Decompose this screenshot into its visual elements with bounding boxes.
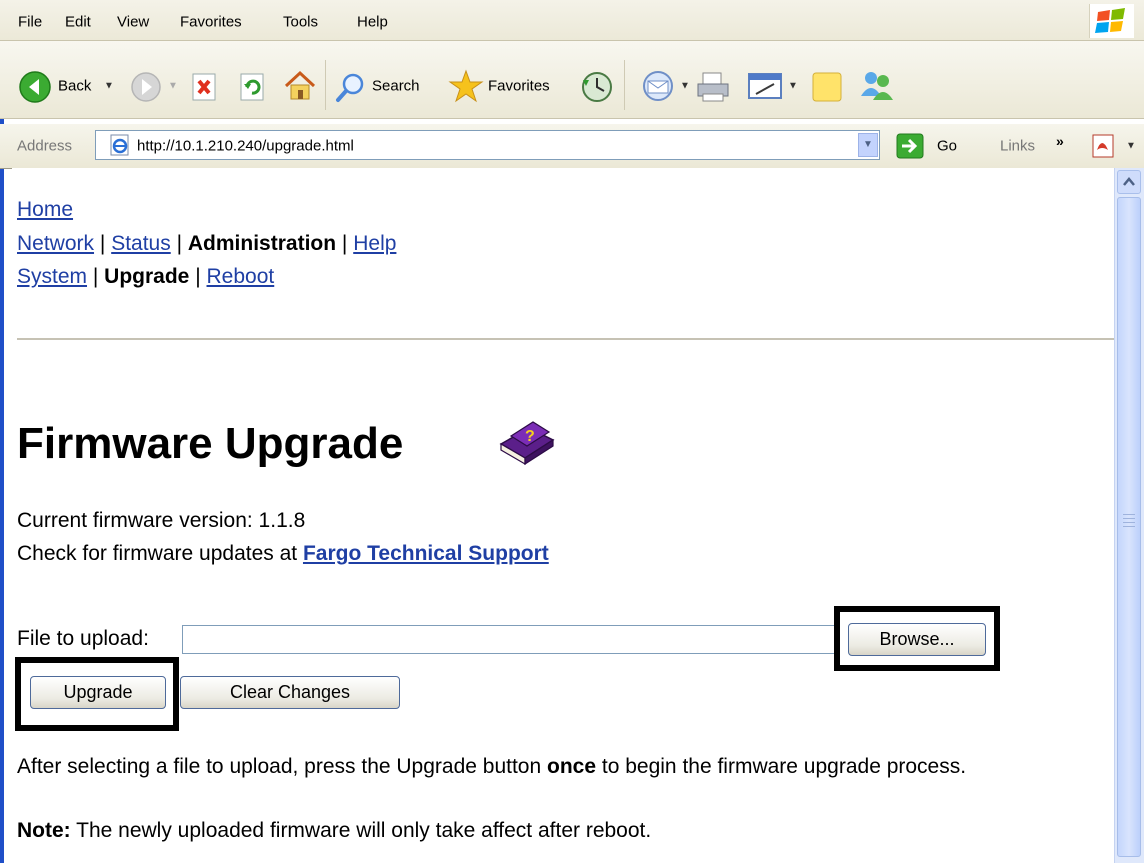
svg-text:?: ?	[525, 428, 535, 445]
nav-subsection: System | Upgrade | Reboot	[17, 265, 274, 289]
back-icon[interactable]	[18, 70, 52, 104]
menu-tools[interactable]: Tools	[283, 14, 318, 31]
mail-icon[interactable]	[642, 70, 678, 104]
browse-button[interactable]: Browse...	[848, 623, 986, 656]
help-book-icon: ?	[499, 421, 555, 466]
check-updates-line: Check for firmware updates at Fargo Tech…	[17, 541, 549, 567]
note-label: Note:	[17, 819, 71, 842]
scroll-thumb[interactable]	[1117, 197, 1141, 857]
check-updates-text: Check for firmware updates at	[17, 542, 298, 565]
edit-icon[interactable]	[746, 70, 784, 104]
forward-dropdown-icon[interactable]: ▼	[168, 81, 178, 92]
favorites-star-icon[interactable]	[448, 68, 484, 104]
search-label[interactable]: Search	[372, 78, 420, 95]
nav-link-status[interactable]: Status	[111, 232, 171, 255]
stop-icon[interactable]	[190, 72, 220, 102]
current-version-text: Current firmware version: 1.1.8	[17, 509, 306, 532]
nav-separator: |	[92, 265, 99, 288]
go-arrow-icon[interactable]	[896, 133, 924, 159]
links-label[interactable]: Links	[1000, 138, 1035, 155]
forward-icon[interactable]	[130, 71, 162, 103]
instructions-emphasis: once	[547, 755, 597, 778]
nav-current-upgrade: Upgrade	[104, 265, 190, 288]
toolbar-separator	[325, 60, 326, 110]
file-upload-input[interactable]	[182, 625, 837, 654]
mail-dropdown-icon[interactable]: ▼	[680, 81, 690, 92]
chevron-up-icon	[1123, 177, 1135, 186]
address-url[interactable]: http://10.1.210.240/upgrade.html	[137, 138, 354, 155]
nav-primary: Home	[17, 198, 73, 222]
support-link[interactable]: Fargo Technical Support	[303, 542, 549, 565]
go-button[interactable]: Go	[937, 138, 957, 155]
scroll-grip	[1123, 522, 1135, 523]
instructions-suffix: to begin the firmware upgrade process.	[601, 755, 967, 778]
menu-edit[interactable]: Edit	[65, 14, 91, 31]
nav-link-system[interactable]: System	[17, 265, 87, 288]
address-label: Address	[17, 137, 73, 155]
nav-separator: |	[99, 232, 106, 255]
scroll-grip	[1123, 518, 1135, 519]
upgrade-button[interactable]: Upgrade	[30, 676, 166, 709]
print-icon[interactable]	[695, 70, 731, 104]
menu-file[interactable]: File	[18, 14, 42, 31]
pdf-icon[interactable]	[1090, 132, 1120, 160]
ie-page-icon	[110, 134, 129, 156]
nav-separator: |	[195, 265, 201, 288]
note-body: The newly uploaded firmware will only ta…	[76, 819, 652, 842]
windows-logo-icon	[1089, 4, 1134, 38]
nav-link-network[interactable]: Network	[17, 232, 94, 255]
menu-view[interactable]: View	[117, 14, 149, 31]
back-label[interactable]: Back	[58, 78, 91, 95]
search-icon[interactable]	[334, 70, 368, 104]
page-title: Firmware Upgrade	[17, 419, 404, 468]
toolbar-separator	[624, 60, 625, 110]
scroll-grip	[1123, 514, 1135, 515]
instructions-text: After selecting a file to upload, press …	[17, 754, 966, 780]
favorites-label[interactable]: Favorites	[488, 78, 550, 95]
edit-dropdown-icon[interactable]: ▼	[788, 81, 798, 92]
file-upload-label: File to upload:	[17, 627, 149, 650]
notes-icon[interactable]	[810, 70, 844, 104]
refresh-icon[interactable]	[238, 72, 268, 102]
menu-favorites[interactable]: Favorites	[180, 14, 242, 31]
address-dropdown-icon[interactable]: ▼	[858, 133, 878, 157]
menu-help[interactable]: Help	[357, 14, 388, 31]
instructions-prefix: After selecting a file to upload, press …	[17, 755, 542, 778]
nav-separator: |	[341, 232, 348, 255]
messenger-icon[interactable]	[858, 68, 896, 104]
nav-section: Network | Status | Administration | Help	[17, 232, 396, 256]
nav-separator: |	[176, 232, 183, 255]
history-icon[interactable]	[580, 70, 614, 104]
scroll-up-button[interactable]	[1117, 170, 1141, 194]
back-dropdown-icon[interactable]: ▼	[104, 81, 114, 92]
clear-changes-button[interactable]: Clear Changes	[180, 676, 400, 709]
menu-bar	[0, 0, 1144, 41]
nav-link-home[interactable]: Home	[17, 198, 73, 221]
divider	[17, 338, 1114, 340]
links-chevron-icon[interactable]: »	[1056, 133, 1064, 149]
note-text: Note: The newly uploaded firmware will o…	[17, 818, 651, 844]
scroll-grip	[1123, 526, 1135, 527]
nav-link-help[interactable]: Help	[353, 232, 396, 255]
home-icon[interactable]	[282, 68, 318, 104]
nav-current-administration: Administration	[187, 232, 337, 255]
nav-link-reboot[interactable]: Reboot	[207, 265, 275, 288]
pdf-dropdown-icon[interactable]: ▼	[1126, 141, 1136, 152]
